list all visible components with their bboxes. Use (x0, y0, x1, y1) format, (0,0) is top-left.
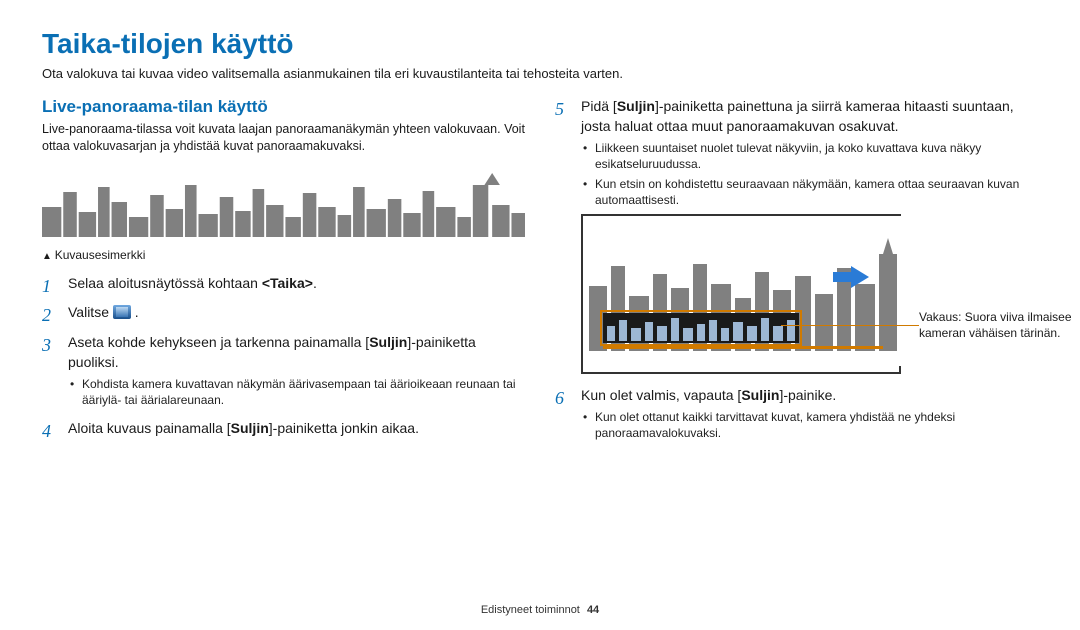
footer-section: Edistyneet toiminnot (481, 604, 580, 616)
step-5: Pidä [Suljin]-painiketta painettuna ja s… (555, 97, 1038, 374)
step-4: Aloita kuvaus painamalla [Suljin]-painik… (42, 419, 525, 439)
right-column: Pidä [Suljin]-painiketta painettuna ja s… (555, 97, 1038, 452)
left-column: Live-panoraama-tilan käyttö Live-panoraa… (42, 97, 525, 452)
annotation-leader-line (781, 325, 919, 326)
step-3-sub: Kohdista kamera kuvattavan näkymän ääriv… (68, 376, 525, 408)
step-5-sub: Liikkeen suuntaiset nuolet tulevat näkyv… (581, 140, 1038, 208)
step-1: Selaa aloitusnäytössä kohtaan <Taika>. (42, 274, 525, 294)
panorama-mode-icon (113, 305, 131, 319)
step-6: Kun olet valmis, vapauta [Suljin]-painik… (555, 386, 1038, 442)
sub-bullet: Kun olet ottanut kaikki tarvittavat kuva… (581, 409, 1038, 441)
intro-paragraph: Ota valokuva tai kuvaa video valitsemall… (42, 66, 1038, 81)
step-2: Valitse . (42, 303, 525, 323)
page-number: 44 (583, 604, 599, 616)
step-6-sub: Kun olet ottanut kaikki tarvittavat kuva… (581, 409, 1038, 441)
skyline-illustration (42, 167, 525, 237)
steps-1-4: Selaa aloitusnäytössä kohtaan <Taika>. V… (42, 274, 525, 438)
camera-preview-frame (581, 214, 901, 374)
illustration-caption: Kuvausesimerkki (42, 248, 525, 262)
page-title: Taika-tilojen käyttö (42, 28, 1038, 60)
camera-preview-wrap: Vakaus: Suora viiva ilmaisee kameran väh… (581, 214, 1038, 374)
page-footer: Edistyneet toiminnot 44 (0, 604, 1080, 616)
step-3: Aseta kohde kehykseen ja tarkenna painam… (42, 333, 525, 409)
camera-preview-illustration (583, 216, 903, 366)
two-column-layout: Live-panoraama-tilan käyttö Live-panoraa… (42, 97, 1038, 452)
sub-bullet: Kohdista kamera kuvattavan näkymän ääriv… (68, 376, 525, 408)
sub-bullet: Kun etsin on kohdistettu seuraavaan näky… (581, 176, 1038, 208)
document-page: Taika-tilojen käyttö Ota valokuva tai ku… (0, 0, 1080, 630)
annotation-text: Vakaus: Suora viiva ilmaisee kameran väh… (919, 310, 1080, 341)
steps-5-6: Pidä [Suljin]-painiketta painettuna ja s… (555, 97, 1038, 442)
section-lead: Live-panoraama-tilassa voit kuvata laaja… (42, 121, 525, 155)
sub-bullet: Liikkeen suuntaiset nuolet tulevat näkyv… (581, 140, 1038, 172)
section-heading: Live-panoraama-tilan käyttö (42, 97, 525, 117)
